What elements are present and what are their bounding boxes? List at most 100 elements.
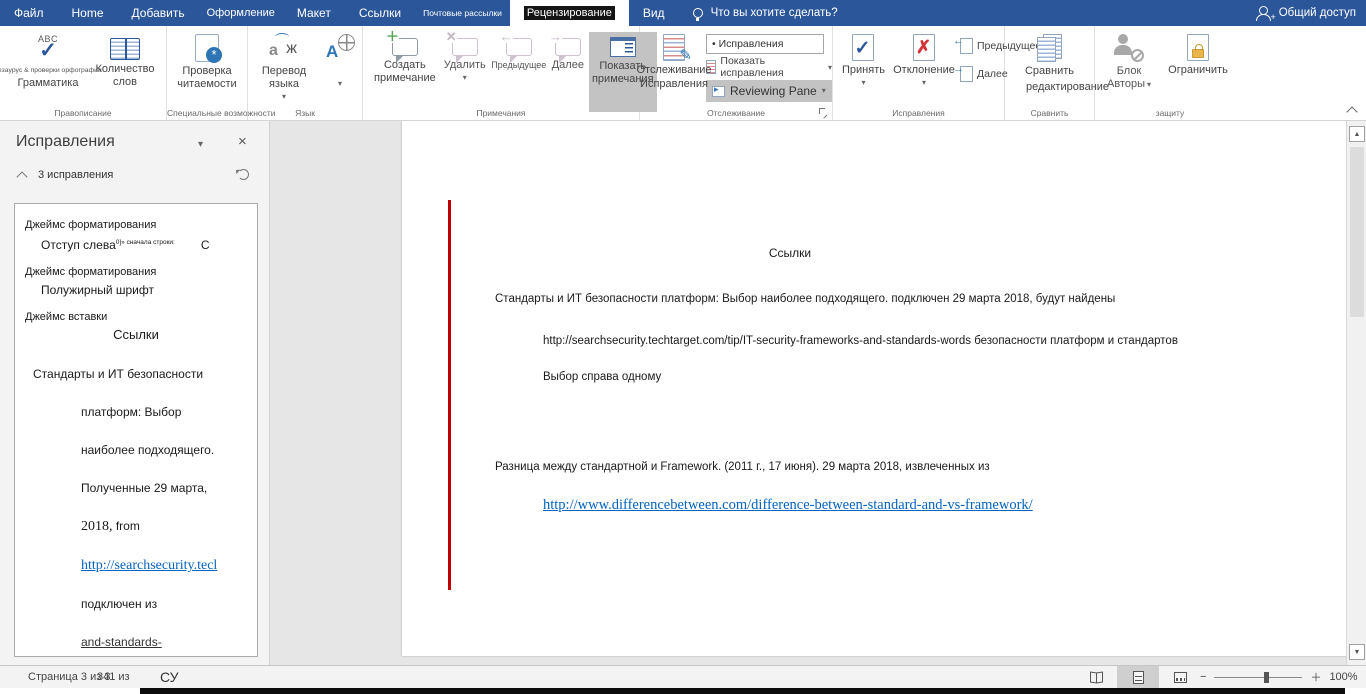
reviewing-pane-button[interactable]: Reviewing Pane ▾ (706, 80, 832, 102)
zoom-control: − ＋ 100% (1200, 666, 1358, 688)
document-paragraph: Разница между стандартной и Framework. (… (495, 461, 990, 473)
revision-detail: Полужирный шрифт (15, 282, 257, 298)
group-proofing: ABC✓ Тезаурус & проверки орфографии Грам… (0, 26, 167, 120)
print-layout-button[interactable] (1117, 666, 1159, 688)
tab-home[interactable]: Home (58, 0, 118, 26)
restrict-editing-button[interactable]: Ограничить (1161, 32, 1235, 112)
accept-icon: ✓ (852, 34, 874, 61)
group-comments: ＋ Создать примечание ✕ Удалить ▾ ← Преды… (363, 26, 640, 120)
document-canvas[interactable]: Ссылки Стандарты и ИТ безопасности платф… (270, 121, 1346, 665)
next-comment-button[interactable]: → Далее (549, 32, 587, 112)
tab-layout[interactable]: Макет (283, 0, 345, 26)
show-comments-icon (610, 37, 636, 57)
tell-me-box[interactable]: Что вы хотите сделать? (693, 7, 838, 19)
tab-design[interactable]: Оформление (199, 0, 283, 26)
revisions-pane-title: Исправления (16, 133, 115, 151)
revisions-pane-menu-icon[interactable]: ▾ (198, 139, 203, 150)
word-count-button[interactable]: Количество слов (90, 32, 160, 112)
share-person-icon: + (1256, 6, 1272, 20)
group-changes: ✓ Принять ▾ ✗ Отклонение ▾ ← Предыдущее … (833, 26, 1005, 120)
group-label-comments: Примечания (363, 108, 639, 118)
revisions-count: 3 исправления (38, 169, 113, 181)
document-heading: Ссылки (690, 246, 890, 260)
group-label-proofing: Правописание (0, 108, 166, 118)
language-caret-icon: ▾ (338, 80, 342, 88)
new-comment-button[interactable]: ＋ Создать примечание (371, 32, 439, 112)
document-paragraph: Стандарты и ИТ безопасности платформ: Вы… (495, 293, 1115, 305)
scroll-down-icon[interactable]: ▼ (1349, 644, 1365, 660)
tracked-change-bar (448, 200, 451, 590)
accept-caret-icon: ▾ (861, 79, 865, 87)
block-authors-button[interactable]: Блок Авторы ▾ (1103, 32, 1155, 112)
excerpt-line: Стандарты и ИТ безопасности (15, 367, 257, 381)
check-accessibility-button[interactable]: * Проверка читаемости (169, 32, 245, 112)
view-switcher (1075, 666, 1201, 688)
refresh-icon[interactable] (238, 169, 249, 180)
share-label: Общий доступ (1279, 7, 1356, 19)
group-accessibility: * Проверка читаемости Специальные возмож… (167, 26, 248, 120)
group-label-accessibility: Специальные возможности (167, 108, 247, 118)
scroll-up-icon[interactable]: ▲ (1349, 126, 1365, 142)
tab-view[interactable]: Вид (629, 0, 679, 26)
zoom-in-icon[interactable]: ＋ (1310, 669, 1321, 685)
track-changes-button[interactable]: ✎ Отслеживание Исправления (644, 32, 704, 112)
compare-icon (1035, 34, 1065, 62)
translate-icon: aж (269, 34, 299, 62)
tracking-dialog-launcher-icon[interactable] (819, 108, 828, 117)
compare-button[interactable]: Сравнить редактирование (1010, 32, 1090, 112)
document-hyperlink[interactable]: http://www.differencebetween.com/differe… (543, 497, 1033, 514)
read-mode-icon (1090, 672, 1103, 682)
vertical-scrollbar[interactable]: ▲ ▼ (1346, 121, 1366, 665)
language-indicator[interactable]: СУ (160, 669, 179, 685)
revisions-collapse-icon[interactable] (16, 171, 27, 182)
next-comment-icon: → (555, 38, 581, 56)
revision-author: Джеймс вставки (15, 310, 257, 325)
ribbon-tab-bar: Файл Home Добавить Оформление Макет Ссыл… (0, 0, 1366, 26)
delete-comment-caret-icon: ▾ (463, 74, 467, 82)
zoom-level[interactable]: 100% (1329, 671, 1357, 683)
display-for-review-combobox[interactable]: • Исправления (706, 34, 824, 54)
revisions-pane-close-icon[interactable]: × (238, 133, 247, 150)
tab-file[interactable]: Файл (0, 0, 58, 26)
revisions-summary-row: 3 исправления (0, 167, 270, 187)
excerpt-line: 2018, from (15, 519, 257, 534)
spelling-grammar-button[interactable]: ABC✓ Тезаурус & проверки орфографии Грам… (6, 32, 90, 112)
tab-mailings[interactable]: Почтовые рассылки (415, 0, 510, 26)
delete-comment-icon: ✕ (452, 38, 478, 56)
translate-button[interactable]: aж Перевод языка ▾ (251, 32, 317, 112)
revision-author: Джеймс форматирования (15, 218, 257, 233)
status-bar: Страница 3 из 3 341 из СУ − ＋ 100% (0, 665, 1366, 688)
restrict-editing-icon (1187, 34, 1209, 61)
web-layout-button[interactable] (1159, 666, 1201, 688)
show-markup-button[interactable]: Показать исправления ▾ (706, 57, 832, 77)
language-button[interactable]: A ▾ (321, 32, 359, 112)
delete-comment-button[interactable]: ✕ Удалить ▾ (441, 32, 489, 112)
revisions-list[interactable]: Джеймс форматирования Отступ слева0]» сн… (14, 203, 258, 657)
document-page[interactable] (402, 121, 1346, 656)
zoom-out-icon[interactable]: − (1200, 671, 1206, 683)
share-button[interactable]: + Общий доступ (1256, 0, 1356, 26)
zoom-slider-thumb[interactable] (1264, 672, 1269, 683)
tab-references[interactable]: Ссылки (345, 0, 415, 26)
revision-author: Джеймс форматирования (15, 265, 257, 280)
accept-button[interactable]: ✓ Принять ▾ (839, 32, 888, 112)
previous-comment-button[interactable]: ← Предыдущее (491, 32, 547, 112)
collapse-ribbon-icon[interactable] (1346, 106, 1357, 117)
reject-button[interactable]: ✗ Отклонение ▾ (892, 32, 956, 112)
reject-icon: ✗ (913, 34, 935, 61)
reject-caret-icon: ▾ (922, 79, 926, 87)
excerpt-link: and-standards- (15, 635, 257, 649)
block-authors-icon (1114, 34, 1144, 62)
scrollbar-thumb[interactable] (1350, 147, 1364, 317)
tracking-options-column: • Исправления Показать исправления ▾ Rev… (706, 34, 832, 102)
print-layout-icon (1133, 671, 1144, 684)
next-change-icon: → (960, 66, 973, 82)
tab-insert[interactable]: Добавить (118, 0, 199, 26)
word-count-indicator[interactable]: 341 из (97, 671, 130, 683)
zoom-slider[interactable] (1214, 677, 1302, 678)
read-mode-button[interactable] (1075, 666, 1117, 688)
taskbar-strip (140, 688, 1345, 694)
track-changes-icon: ✎ (663, 34, 685, 61)
tab-review[interactable]: Рецензирование (510, 0, 629, 26)
reviewing-pane-caret-icon: ▾ (822, 87, 826, 95)
